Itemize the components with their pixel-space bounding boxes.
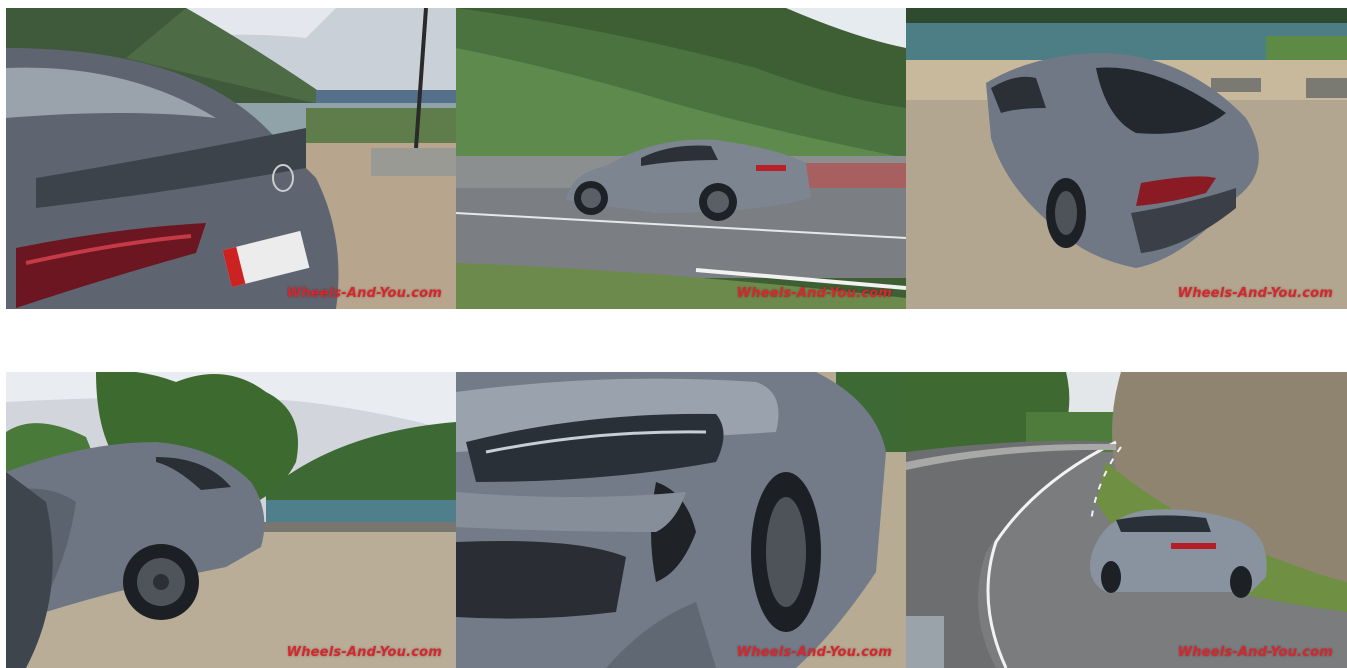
- car-rear-detail-image: [6, 8, 456, 309]
- gallery-photo-1[interactable]: Wheels-And-You.com: [6, 8, 456, 309]
- car-side-lake-image: [6, 372, 456, 668]
- gallery-photo-2[interactable]: Wheels-And-You.com: [456, 8, 906, 309]
- car-mountain-road-image: [906, 372, 1347, 668]
- watermark-text: Wheels-And-You.com: [1177, 286, 1333, 301]
- watermark-text: Wheels-And-You.com: [736, 645, 892, 660]
- watermark-text: Wheels-And-You.com: [736, 286, 892, 301]
- gallery-photo-4[interactable]: Wheels-And-You.com: [6, 372, 456, 668]
- car-rear-three-quarter-image: [906, 8, 1347, 309]
- car-driving-side-image: [456, 8, 906, 309]
- gallery-photo-3[interactable]: Wheels-And-You.com: [906, 8, 1347, 309]
- car-front-headlight-image: [456, 372, 906, 668]
- watermark-text: Wheels-And-You.com: [286, 286, 442, 301]
- watermark-text: Wheels-And-You.com: [286, 645, 442, 660]
- photo-gallery: Wheels-And-You.com Wheels-And-You.com Wh…: [0, 0, 1347, 668]
- gallery-photo-6[interactable]: Wheels-And-You.com: [906, 372, 1347, 668]
- watermark-text: Wheels-And-You.com: [1177, 645, 1333, 660]
- gallery-photo-5[interactable]: Wheels-And-You.com: [456, 372, 906, 668]
